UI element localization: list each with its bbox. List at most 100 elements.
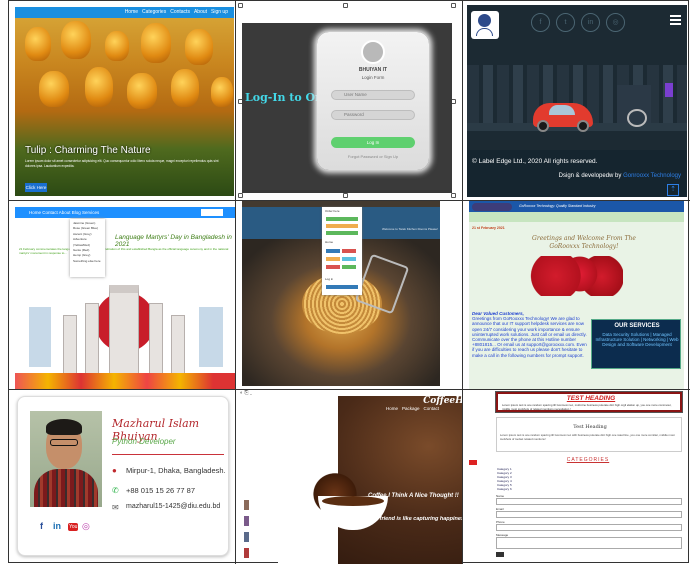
- tile-test[interactable]: TEST HEADING Lorem ipsum text is one ran…: [463, 390, 690, 564]
- order-panel: Order here Home Log in: [322, 207, 362, 295]
- tile-food[interactable]: Welcome to Tarek Kitchen Rooms Please! O…: [236, 201, 463, 390]
- tile-greetings[interactable]: GoRooxxx Technology: Quality Standard In…: [463, 201, 690, 390]
- gorooxx-logo: [472, 203, 512, 211]
- nav-link[interactable]: Categories: [142, 9, 166, 15]
- logo-circle: [478, 14, 491, 27]
- panel-item[interactable]: Order here: [325, 209, 340, 213]
- tile-profile[interactable]: Mazharul Islam Bhuiyan Python Developer …: [9, 390, 236, 564]
- car-wheel: [577, 120, 589, 132]
- nav-link[interactable]: About: [194, 9, 207, 15]
- martyrs-screenshot: Home Contact About Blog Services Languag…: [15, 207, 235, 389]
- submit-button[interactable]: [496, 552, 504, 557]
- coffee-screenshot: CoffeeHouse Home Package Contact Coffee …: [278, 396, 463, 564]
- screenshot-collage: Home Categories Contacts About Sign up T…: [0, 0, 697, 567]
- youtube-icon[interactable]: You: [68, 523, 79, 531]
- phone-icon: [665, 83, 673, 97]
- panel-button[interactable]: [326, 265, 340, 269]
- panel-button[interactable]: [342, 257, 356, 261]
- tile-martyrs[interactable]: Home Contact About Blog Services Languag…: [9, 201, 236, 390]
- login-button[interactable]: Log In: [331, 137, 415, 148]
- tulip-navbar: Home Categories Contacts About Sign up: [15, 7, 234, 18]
- color-swatch[interactable]: [244, 548, 249, 558]
- customer-letter: Dear Valued Customers, Greetings from Go…: [472, 311, 587, 358]
- search-input[interactable]: [201, 209, 223, 216]
- test-heading-box: TEST HEADING Lorem ipsum text is one ran…: [495, 391, 683, 413]
- tulip-nav-links: Home Categories Contacts About Sign up: [125, 9, 228, 15]
- click-here-button[interactable]: Click Here: [25, 183, 47, 192]
- divider: [112, 454, 224, 455]
- resize-handle[interactable]: [451, 193, 456, 198]
- phone-field[interactable]: [496, 524, 682, 531]
- coffeehouse-brand: CoffeeHouse: [423, 396, 463, 406]
- resize-handle[interactable]: [343, 3, 348, 8]
- nav-link[interactable]: Home: [386, 406, 398, 411]
- instagram-icon[interactable]: ◎: [82, 521, 90, 532]
- nav-link[interactable]: Sign up: [211, 9, 228, 15]
- resize-handle[interactable]: [238, 3, 243, 8]
- test-box-title: Test Heading: [573, 424, 607, 430]
- food-screenshot: Welcome to Tarek Kitchen Rooms Please! O…: [242, 201, 440, 386]
- forgot-password-link[interactable]: Forgot Password or Sign Up: [317, 154, 429, 159]
- color-swatch[interactable]: [244, 532, 249, 542]
- martyrs-nav-links[interactable]: Home Contact About Blog Services: [29, 210, 99, 215]
- shirt: [34, 469, 98, 507]
- facebook-icon[interactable]: f: [531, 13, 550, 32]
- resize-handle[interactable]: [343, 193, 348, 198]
- panel-button[interactable]: [326, 217, 358, 221]
- panel-button[interactable]: [326, 257, 340, 261]
- test-content-box: Test Heading Lorem ipsum text is one ran…: [496, 417, 682, 452]
- panel-item[interactable]: Log in: [325, 277, 333, 281]
- dropdown-item[interactable]: Adventure (Yellow/Red): [73, 237, 102, 248]
- color-swatch[interactable]: [244, 500, 249, 510]
- monument-pillar: [109, 285, 139, 375]
- tile-login[interactable]: Log-In to Order BHUIYAN IT Login Form Us…: [236, 1, 463, 201]
- monument-pillar: [149, 303, 163, 375]
- name-field[interactable]: [496, 498, 682, 505]
- tulip-flower: [171, 69, 199, 107]
- tulip-flower: [25, 27, 51, 61]
- panel-button[interactable]: [326, 249, 340, 253]
- linkedin-icon[interactable]: in: [581, 13, 600, 32]
- martyrs-navbar: Home Contact About Blog Services: [15, 207, 235, 218]
- linkedin-icon[interactable]: in: [53, 521, 61, 531]
- nav-link[interactable]: Home: [125, 9, 138, 15]
- banner: [199, 307, 223, 367]
- tile-city[interactable]: f t in ◎ © Label Edge Ltd., 2020 All rig…: [463, 1, 690, 201]
- panel-button[interactable]: [326, 285, 358, 289]
- tile-tulip[interactable]: Home Categories Contacts About Sign up T…: [9, 1, 236, 201]
- nav-link[interactable]: Contact: [423, 406, 439, 411]
- tulip-paragraph: Lorem ipsum dolor sit amet consectetur a…: [25, 159, 219, 168]
- letter-body: Greetings from GoRooxxx Technology! We a…: [472, 316, 587, 358]
- dropdown-item[interactable]: Something else here: [73, 259, 102, 264]
- panel-button[interactable]: [326, 224, 358, 228]
- scroll-top-icon[interactable]: ⇡: [667, 184, 679, 196]
- credit-prefix: Dsign & developedw by: [558, 173, 622, 179]
- facebook-icon[interactable]: f: [40, 521, 43, 531]
- panel-item[interactable]: Home: [325, 240, 333, 244]
- theme-dropdown-menu[interactable]: Jasmine (Green) Rose (Green Blue) Ascent…: [70, 219, 105, 277]
- password-input[interactable]: Password: [331, 110, 415, 120]
- panel-button[interactable]: [342, 249, 356, 253]
- panel-button[interactable]: [342, 265, 356, 269]
- color-swatch[interactable]: [244, 516, 249, 526]
- resize-handle[interactable]: [238, 193, 243, 198]
- nav-link[interactable]: Contacts: [170, 9, 190, 15]
- toolbar-icons: ◐ ⎘ ⌄: [240, 390, 253, 396]
- avatar-icon: [361, 40, 385, 64]
- test-heading-paragraph: Lorem ipsum text is one random spacing t…: [502, 403, 672, 411]
- message-field[interactable]: [496, 537, 682, 549]
- email-field[interactable]: [496, 511, 682, 518]
- resize-handle[interactable]: [451, 3, 456, 8]
- username-input[interactable]: User Name: [331, 90, 415, 100]
- category-link[interactable]: Category 6: [497, 487, 512, 491]
- tile-coffee[interactable]: ◐ ⎘ ⌄ CoffeeHouse Home Package Contact C…: [236, 390, 463, 564]
- screenshot-grid: Home Categories Contacts About Sign up T…: [8, 0, 690, 564]
- panel-button[interactable]: [326, 231, 358, 235]
- credit-company-link[interactable]: Gonrooxx Technology: [623, 173, 681, 179]
- nav-link[interactable]: Package: [402, 406, 420, 411]
- copyright-text: © Label Edge Ltd., 2020 All rights reser…: [472, 158, 598, 165]
- twitter-icon[interactable]: t: [556, 13, 575, 32]
- address-text: Mirpur-1, Dhaka, Bangladesh.: [126, 466, 226, 475]
- hamburger-menu-icon[interactable]: [670, 15, 681, 27]
- instagram-icon[interactable]: ◎: [606, 13, 625, 32]
